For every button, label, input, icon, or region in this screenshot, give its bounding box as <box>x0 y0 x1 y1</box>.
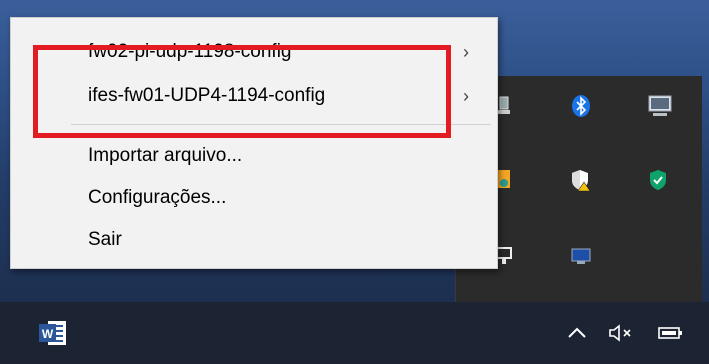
red-highlight-annotation <box>33 45 451 138</box>
bluetooth-icon[interactable] <box>569 94 593 118</box>
submenu-arrow-icon: › <box>463 85 469 106</box>
menu-item-label: Importar arquivo... <box>88 145 243 166</box>
vpn-client-icon[interactable] <box>569 244 593 268</box>
menu-item-settings[interactable]: Configurações... <box>11 178 497 218</box>
openvpn-context-menu: fw02-pi-udp-1198-config › ifes-fw01-UDP4… <box>10 17 498 269</box>
word-letter: W <box>42 327 54 341</box>
show-hidden-icons-chevron-icon[interactable] <box>565 318 589 348</box>
menu-item-label: Configurações... <box>88 187 227 208</box>
shield-check-icon[interactable] <box>646 168 670 192</box>
battery-icon[interactable] <box>657 318 685 348</box>
submenu-arrow-icon: › <box>463 41 469 62</box>
taskbar <box>0 302 709 364</box>
menu-item-label: Sair <box>88 229 122 250</box>
word-icon[interactable]: W <box>38 318 68 348</box>
menu-item-exit[interactable]: Sair <box>11 220 497 260</box>
security-warning-icon[interactable] <box>569 168 593 192</box>
volume-muted-icon[interactable] <box>607 318 637 348</box>
display-icon[interactable] <box>646 92 674 120</box>
menu-item-import-file[interactable]: Importar arquivo... <box>11 136 497 176</box>
